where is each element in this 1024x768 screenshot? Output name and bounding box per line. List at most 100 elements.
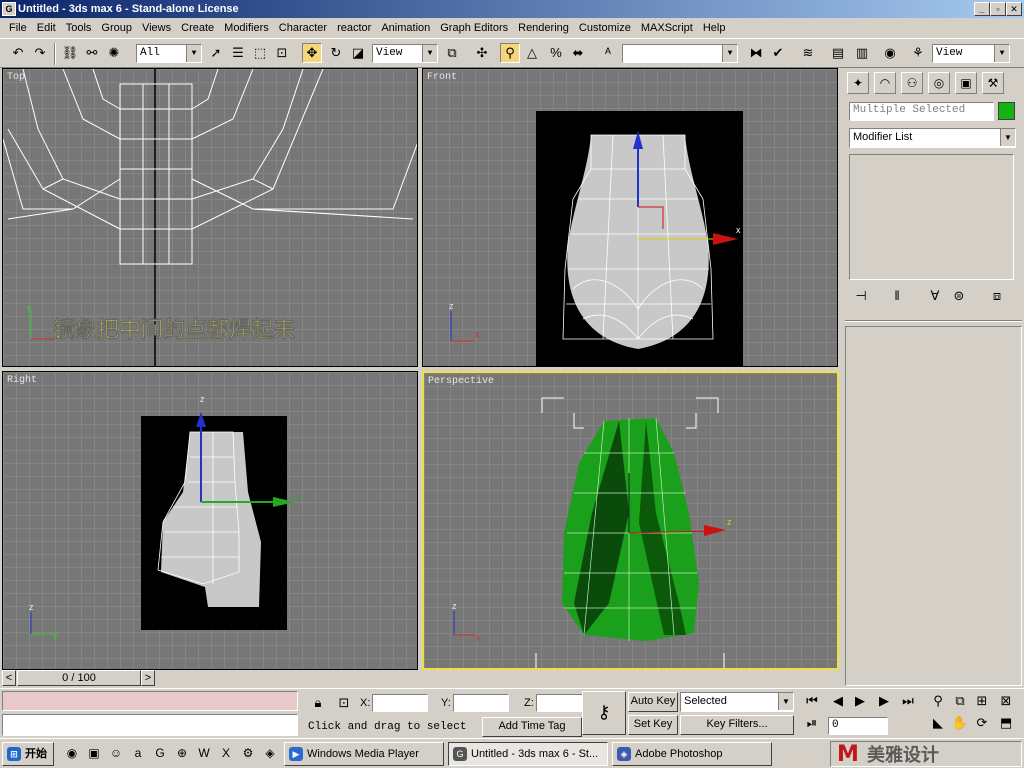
modify-tab-icon[interactable]: ◠ — [874, 72, 896, 94]
menu-create[interactable]: Create — [176, 22, 219, 34]
selection-filter-dropdown[interactable]: All ▼ — [136, 44, 202, 63]
menu-views[interactable]: Views — [137, 22, 176, 34]
menu-file[interactable]: File — [4, 22, 32, 34]
excel-quicklaunch-icon[interactable]: X — [216, 743, 236, 763]
mirror-icon[interactable]: ⧓ — [746, 43, 766, 63]
reference-coordinate-dropdown[interactable]: View ▼ — [372, 44, 438, 63]
unlink-icon[interactable]: ⚯ — [82, 43, 102, 63]
app-icon[interactable]: G — [2, 2, 16, 16]
minimize-button[interactable]: _ — [974, 2, 990, 16]
task-windows-media-player[interactable]: ▶ Windows Media Player — [284, 742, 444, 766]
menu-customize[interactable]: Customize — [574, 22, 636, 34]
zoom-extents-all-icon[interactable]: ⊠ — [996, 691, 1016, 711]
pin-stack-icon[interactable]: ⊣ — [851, 286, 871, 306]
menu-help[interactable]: Help — [698, 22, 731, 34]
modifier-list-dropdown[interactable]: Modifier List ▼ — [849, 128, 1016, 148]
zoom-icon[interactable]: ⚲ — [928, 691, 948, 711]
menu-edit[interactable]: Edit — [32, 22, 61, 34]
menu-rendering[interactable]: Rendering — [513, 22, 574, 34]
max-quicklaunch-icon[interactable]: G — [150, 743, 170, 763]
time-next-button[interactable]: > — [141, 670, 155, 686]
go-to-end-icon[interactable]: ⏭ — [898, 691, 918, 711]
viewport-perspective[interactable]: z z x Perspective — [422, 371, 839, 670]
zoom-all-icon[interactable]: ⧉ — [950, 691, 970, 711]
percent-snap-icon[interactable]: % — [546, 43, 566, 63]
utilities-tab-icon[interactable]: ⚒ — [982, 72, 1004, 94]
menu-tools[interactable]: Tools — [61, 22, 97, 34]
viewport-label-top[interactable]: Top — [7, 72, 25, 83]
auto-key-button[interactable]: Auto Key — [628, 692, 678, 712]
bind-space-warp-icon[interactable]: ✺ — [104, 43, 124, 63]
redo-icon[interactable]: ↷ — [30, 43, 50, 63]
show-end-result-icon[interactable]: ‖ — [887, 286, 907, 306]
pan-icon[interactable]: ✋ — [950, 713, 970, 733]
time-slider-thumb[interactable]: 0 / 100 — [17, 670, 141, 686]
window-crossing-icon[interactable]: ⊡ — [272, 43, 292, 63]
viewport-label-front[interactable]: Front — [427, 72, 457, 83]
maxscript-listener-white[interactable] — [2, 714, 298, 736]
field-of-view-icon[interactable]: ◣ — [928, 713, 948, 733]
snap-toggle-icon[interactable]: ⚲ — [500, 43, 520, 63]
material-editor-icon[interactable]: ◉ — [880, 43, 900, 63]
motion-tab-icon[interactable]: ◎ — [928, 72, 950, 94]
angle-snap-icon[interactable]: △ — [522, 43, 542, 63]
photoshop-quicklaunch-icon[interactable]: ◈ — [260, 743, 280, 763]
arc-rotate-icon[interactable]: ⟳ — [972, 713, 992, 733]
hierarchy-tab-icon[interactable]: ⚇ — [901, 72, 923, 94]
task-3ds-max[interactable]: G Untitled - 3ds max 6 - St... — [448, 742, 608, 766]
create-tab-icon[interactable]: ✦ — [847, 72, 869, 94]
maximize-button[interactable]: ▫ — [990, 2, 1006, 16]
key-filters-button[interactable]: Key Filters... — [680, 715, 794, 735]
modifier-stack[interactable] — [849, 154, 1014, 280]
qq-quicklaunch-icon[interactable]: ☺ — [106, 743, 126, 763]
previous-frame-icon[interactable]: ◀ — [828, 691, 848, 711]
maxscript-listener-pink[interactable] — [2, 691, 298, 711]
next-frame-icon[interactable]: ▶ — [874, 691, 894, 711]
menu-graph-editors[interactable]: Graph Editors — [435, 22, 513, 34]
rectangular-selection-icon[interactable]: ⬚ — [250, 43, 270, 63]
task-adobe-photoshop[interactable]: ◈ Adobe Photoshop — [612, 742, 772, 766]
y-coordinate-field[interactable] — [453, 694, 509, 712]
desktop-quicklaunch-icon[interactable]: ▣ — [84, 743, 104, 763]
make-unique-icon[interactable]: ∀ — [925, 286, 945, 306]
object-color-swatch[interactable] — [998, 102, 1015, 120]
display-tab-icon[interactable]: ▣ — [955, 72, 977, 94]
zoom-extents-icon[interactable]: ⊞ — [972, 691, 992, 711]
menu-animation[interactable]: Animation — [376, 22, 435, 34]
key-mode-toggle-icon[interactable]: ⏯ — [802, 713, 822, 733]
set-key-button[interactable]: Set Key — [628, 715, 678, 735]
align-icon[interactable]: ✔ — [768, 43, 788, 63]
select-and-rotate-icon[interactable]: ↻ — [326, 43, 346, 63]
viewport-right[interactable]: z y z y Right — [2, 371, 418, 670]
browser-quicklaunch-icon[interactable]: ⊕ — [172, 743, 192, 763]
render-type-dropdown[interactable]: View ▼ — [932, 44, 1010, 63]
time-slider-track[interactable]: < 0 / 100 > — [0, 670, 840, 688]
pivot-center-icon[interactable]: ⧉ — [442, 43, 462, 63]
select-and-move-icon[interactable]: ✥ — [302, 43, 322, 63]
set-key-icon[interactable]: ⚷ — [582, 691, 626, 735]
menu-group[interactable]: Group — [96, 22, 137, 34]
lock-selection-icon[interactable]: 🔒︎ — [308, 693, 328, 713]
configure-modifier-sets-icon[interactable]: ⧈ — [987, 286, 1007, 306]
select-and-scale-icon[interactable]: ◪ — [348, 43, 368, 63]
render-scene-icon[interactable]: ⚘ — [908, 43, 928, 63]
viewport-label-perspective[interactable]: Perspective — [428, 376, 494, 387]
select-by-name-icon[interactable]: ☰ — [228, 43, 248, 63]
viewport-front[interactable]: x z x Front — [422, 68, 838, 367]
menu-maxscript[interactable]: MAXScript — [636, 22, 698, 34]
menu-character[interactable]: Character — [274, 22, 332, 34]
spinner-snap-icon[interactable]: ⬌ — [568, 43, 588, 63]
x-coordinate-field[interactable] — [372, 694, 428, 712]
tool-quicklaunch-icon[interactable]: ⚙ — [238, 743, 258, 763]
remove-modifier-icon[interactable]: ⊜ — [949, 286, 969, 306]
menu-reactor[interactable]: reactor — [332, 22, 376, 34]
close-button[interactable]: ✕ — [1006, 2, 1022, 16]
select-and-link-icon[interactable]: ⛓ — [60, 43, 80, 63]
z-coordinate-field[interactable] — [536, 694, 584, 712]
play-icon[interactable]: ▶ — [850, 691, 870, 711]
word-quicklaunch-icon[interactable]: W — [194, 743, 214, 763]
time-prev-button[interactable]: < — [2, 670, 16, 686]
named-selection-dropdown[interactable]: ▼ — [622, 44, 738, 63]
app-quicklaunch-icon[interactable]: a — [128, 743, 148, 763]
absolute-mode-icon[interactable]: ⊡ — [334, 693, 354, 713]
